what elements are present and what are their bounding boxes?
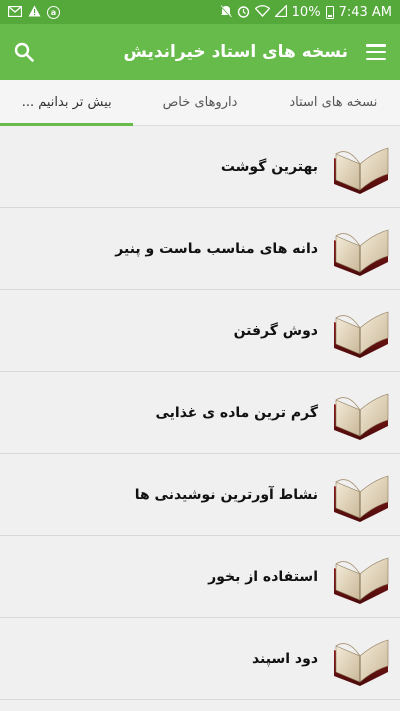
book-icon: [334, 639, 389, 686]
book-icon: [334, 393, 389, 440]
list-item-label: دانه های مناسب ماست و پنیر: [115, 240, 318, 257]
list-item-label: دود اسپند: [251, 650, 318, 667]
book-icon: [334, 147, 389, 194]
tab-label: نسخه های استاد: [289, 95, 378, 110]
list-item[interactable]: دوش گرفتن: [0, 290, 400, 372]
list-item[interactable]: نشاط آورترین نوشیدنی ها: [0, 454, 400, 536]
alarm-icon: [237, 5, 250, 20]
tab-learn-more[interactable]: بیش تر بدانیم ...: [0, 80, 134, 126]
topic-list: بهترین گوشت دانه های مناسب ماست و پنیر د…: [0, 126, 400, 711]
tab-label: بیش تر بدانیم ...: [21, 95, 112, 110]
book-icon: [334, 475, 389, 522]
list-item[interactable]: دانه های مناسب ماست و پنیر: [0, 208, 400, 290]
app-bar: نسخه های استاد خیراندیش: [0, 24, 400, 80]
signal-icon: [273, 3, 287, 19]
gmail-icon: [7, 5, 23, 19]
list-item-label: گرم ترین ماده ی غذایی: [155, 404, 318, 421]
wifi-icon: [254, 5, 271, 19]
alert-icon: [28, 5, 41, 19]
status-time: 7:43 AM: [338, 4, 392, 20]
tab-special-medicines[interactable]: داروهای خاص: [133, 80, 266, 125]
search-button[interactable]: [14, 42, 34, 62]
battery-percent: 10%: [291, 4, 321, 20]
book-icon: [334, 311, 389, 358]
page-title: نسخه های استاد خیراندیش: [123, 42, 348, 62]
list-item[interactable]: گرم ترین ماده ی غذایی: [0, 372, 400, 454]
tab-bar: بیش تر بدانیم ... داروهای خاص نسخه های ا…: [0, 80, 400, 126]
search-icon: [14, 42, 34, 62]
menu-bar-2: [366, 50, 386, 54]
list-item[interactable]: استفاده از بخور: [0, 536, 400, 618]
list-item[interactable]: بهترین گوشت: [0, 126, 400, 208]
battery-icon: [325, 5, 334, 19]
list-item-label: دوش گرفتن: [233, 322, 318, 339]
book-icon: [334, 229, 389, 276]
status-left-icons: a: [7, 5, 60, 19]
status-right-icons: 10% 7:43 AM: [220, 3, 392, 20]
tab-label: داروهای خاص: [162, 95, 238, 110]
menu-icon[interactable]: [366, 44, 386, 60]
notification-icon: a: [47, 5, 60, 19]
menu-bar-3: [366, 57, 386, 60]
status-bar: a 10% 7:43 AM: [0, 0, 400, 24]
menu-bar-1: [366, 44, 386, 47]
tab-master-prescriptions[interactable]: نسخه های استاد: [267, 80, 400, 125]
mute-icon: [220, 4, 232, 20]
list-item-label: بهترین گوشت: [220, 158, 318, 175]
list-item-label: نشاط آورترین نوشیدنی ها: [134, 486, 318, 503]
list-item-label: استفاده از بخور: [208, 568, 318, 585]
list-item[interactable]: دود اسپند: [0, 618, 400, 700]
book-icon: [334, 557, 389, 604]
